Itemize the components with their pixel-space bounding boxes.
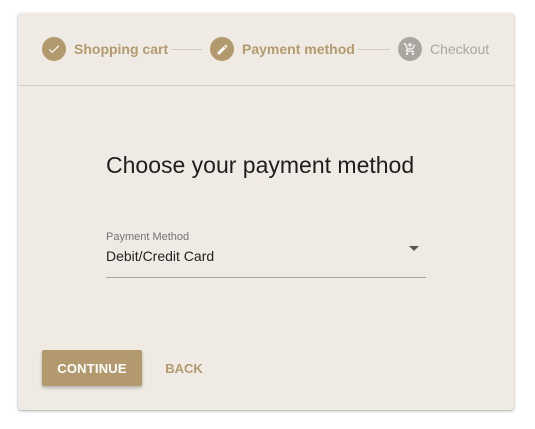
step-connector (172, 49, 202, 50)
step-payment-method[interactable]: Payment method (210, 37, 355, 61)
payment-method-select[interactable]: Payment Method Debit/Credit Card (106, 231, 426, 278)
continue-button[interactable]: CONTINUE (42, 350, 142, 386)
step-label: Payment method (242, 41, 355, 57)
step-connector (358, 49, 390, 50)
stepper: Shopping cart Payment method Checkout (18, 13, 514, 86)
step-content: Choose your payment method Payment Metho… (106, 149, 426, 278)
page-title: Choose your payment method (106, 152, 415, 178)
dropdown-arrow-icon (409, 246, 419, 251)
step-label: Checkout (430, 41, 490, 57)
back-button[interactable]: BACK (156, 350, 212, 386)
check-icon (42, 37, 66, 61)
stepper-card: Shopping cart Payment method Checkout Ch (18, 13, 514, 410)
payment-method-label: Payment Method (106, 231, 190, 243)
pencil-icon (210, 37, 234, 61)
cart-icon (398, 37, 422, 61)
payment-method-value: Debit/Credit Card (106, 248, 215, 264)
step-label: Shopping cart (74, 41, 169, 57)
step-shopping-cart[interactable]: Shopping cart (42, 37, 168, 61)
step-checkout[interactable]: Checkout (398, 37, 489, 61)
